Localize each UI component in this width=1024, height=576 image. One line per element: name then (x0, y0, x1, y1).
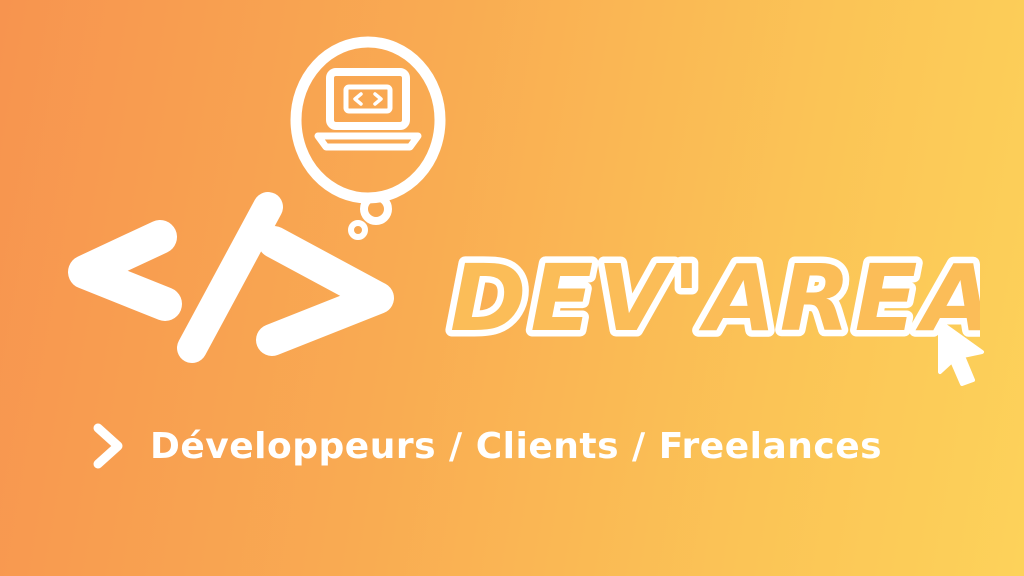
chevron-right-icon (93, 423, 123, 469)
banner: DEV'AREA Développeurs / Clients / Freela… (0, 0, 1024, 576)
laptop-code-icon (314, 68, 422, 151)
tagline: Développeurs / Clients / Freelances (88, 418, 882, 474)
right-bracket-icon (256, 226, 394, 356)
brand-wordmark: DEV'AREA (444, 239, 981, 359)
tagline-text: Développeurs / Clients / Freelances (150, 425, 883, 467)
slash-icon (177, 192, 283, 363)
left-bracket-icon (68, 220, 182, 321)
brand-name: DEV'AREA (450, 245, 980, 352)
